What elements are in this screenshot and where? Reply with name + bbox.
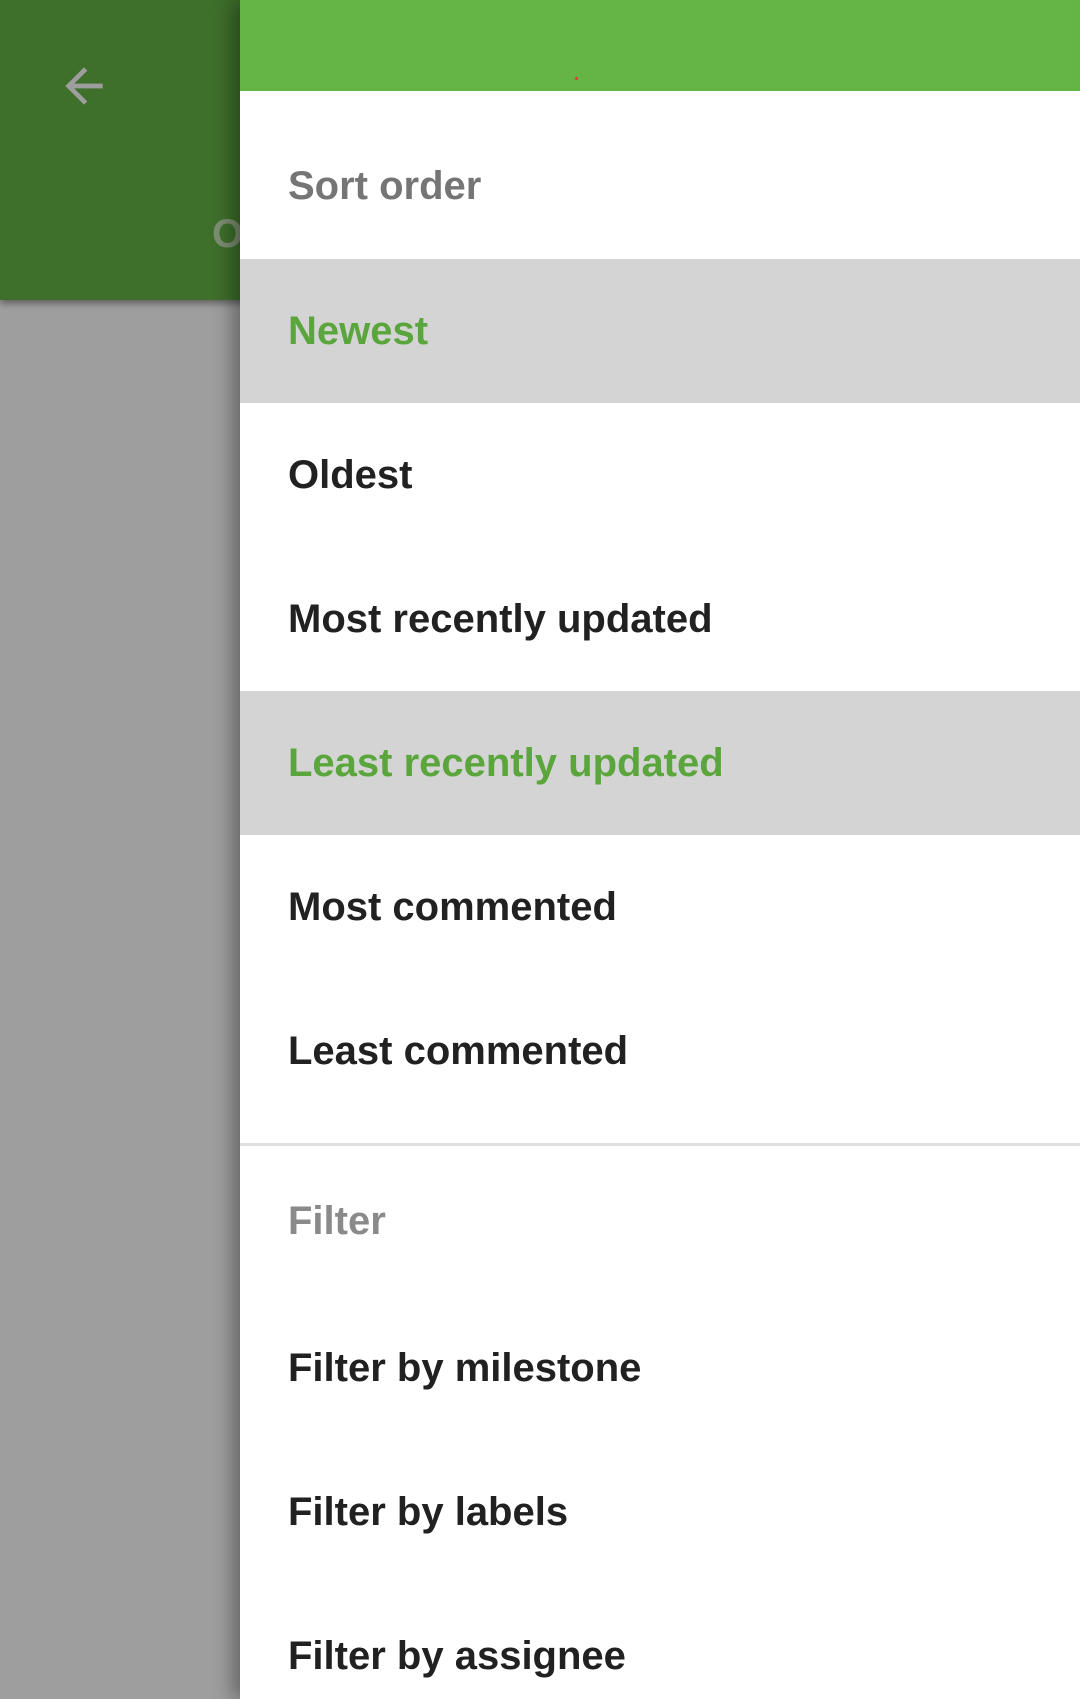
sort-option-oldest[interactable]: Oldest xyxy=(240,403,1080,547)
drawer-header-bar xyxy=(240,0,1080,91)
filter-by-assignee[interactable]: Filter by assignee xyxy=(240,1584,1080,1699)
filter-by-labels[interactable]: Filter by labels xyxy=(240,1440,1080,1584)
sort-option-least-commented[interactable]: Least commented xyxy=(240,979,1080,1123)
red-dot xyxy=(575,77,578,80)
screen: O Sort order Newest Oldest Most recently… xyxy=(0,0,1080,1699)
sort-option-least-recently-updated[interactable]: Least recently updated xyxy=(240,691,1080,835)
filter-by-milestone[interactable]: Filter by milestone xyxy=(240,1296,1080,1440)
sort-order-header: Sort order xyxy=(288,163,482,208)
sort-option-most-recently-updated[interactable]: Most recently updated xyxy=(240,547,1080,691)
sort-option-most-commented[interactable]: Most commented xyxy=(240,835,1080,979)
sort-option-newest[interactable]: Newest xyxy=(240,259,1080,403)
filter-header: Filter xyxy=(288,1198,386,1243)
sort-filter-drawer: Sort order Newest Oldest Most recently u… xyxy=(240,0,1080,1699)
